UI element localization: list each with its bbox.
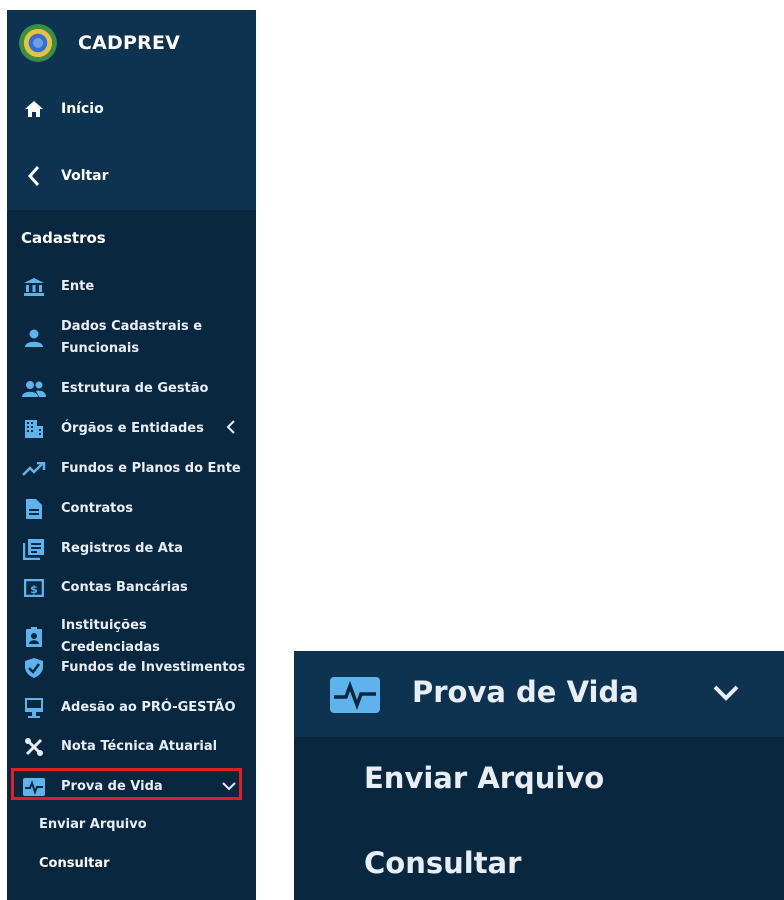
nav-home[interactable]: Início [21,96,104,122]
menu-label: Estrutura de Gestão [61,381,209,396]
menu-label-wrap: Dados Cadastrais e Funcionais [61,316,202,360]
person-icon [21,325,47,351]
svg-text:$: $ [30,583,38,596]
menu-label: Órgãos e Entidades [61,421,204,436]
section-title: Cadastros [21,229,106,247]
submenu-item-enviar-arquivo[interactable]: Enviar Arquivo [39,817,147,832]
notes-icon [21,536,47,562]
zoom-inset: Prova de Vida Enviar Arquivo Consultar [294,651,784,900]
menu-label: Registros de Ata [61,541,183,556]
coat-of-arms-logo [19,24,57,62]
menu-item-nota-tecnica[interactable]: Nota Técnica Atuarial [21,734,246,760]
menu-label: Nota Técnica Atuarial [61,739,218,754]
menu-label: Contas Bancárias [61,580,188,595]
submenu-item-consultar[interactable]: Consultar [39,856,110,871]
menu-item-adesao-pro-gestao[interactable]: Adesão ao PRÓ-GESTÃO [21,695,246,721]
menu-item-orgaos-entidades[interactable]: Órgãos e Entidades [21,416,246,442]
shield-check-icon [21,655,47,681]
app-title: CADPREV [78,32,181,54]
trending-up-icon [21,456,47,482]
menu-label: Instituições Credenciadas [61,618,160,655]
zoom-menu-item-prova-de-vida[interactable]: Prova de Vida [294,651,784,737]
heartbeat-icon [330,677,380,713]
nav-back-label: Voltar [61,168,109,184]
badge-icon [21,624,47,650]
menu-label-line2: Funcionais [61,341,140,356]
zoom-submenu-enviar-arquivo[interactable]: Enviar Arquivo [364,761,604,795]
sidebar: CADPREV Início Voltar Cadastros Ente Dad… [7,10,256,900]
bank-icon [21,274,47,300]
monitor-icon [21,695,47,721]
chevron-down-icon[interactable] [222,779,236,795]
document-icon [21,496,47,522]
menu-item-estrutura-gestao[interactable]: Estrutura de Gestão [21,376,246,402]
menu-label: Contratos [61,501,134,516]
menu-item-instituicoes[interactable]: Instituições Credenciadas [21,615,246,659]
menu-item-registros-ata[interactable]: Registros de Ata [21,536,246,562]
tools-icon [21,734,47,760]
menu-label: Prova de Vida [61,779,163,794]
menu-label: Ente [61,279,95,294]
menu-label: Fundos e Planos do Ente [61,461,241,476]
nav-back[interactable]: Voltar [21,163,109,189]
chevron-left-icon [21,163,47,189]
menu-label-line1: Dados Cadastrais e [61,319,203,334]
menu-label: Adesão ao PRÓ-GESTÃO [61,700,236,715]
menu-item-fundos-investimentos[interactable]: Fundos de Investimentos [21,655,246,681]
menu-label: Fundos de Investimentos [61,660,246,675]
zoom-title: Prova de Vida [412,675,639,709]
heartbeat-icon [21,774,47,800]
sidebar-header: CADPREV Início Voltar [7,10,256,210]
zoom-submenu-consultar[interactable]: Consultar [364,846,521,880]
home-icon [21,96,47,122]
menu-item-dados-cadastrais[interactable]: Dados Cadastrais e Funcionais [21,316,246,360]
group-icon [21,376,47,402]
nav-home-label: Início [61,101,104,117]
chevron-left-icon[interactable] [226,420,236,438]
menu-item-prova-de-vida[interactable]: Prova de Vida [21,774,246,800]
menu-item-fundos-planos[interactable]: Fundos e Planos do Ente [21,456,246,482]
menu-item-contratos[interactable]: Contratos [21,496,246,522]
menu-item-ente[interactable]: Ente [21,274,246,300]
brand[interactable]: CADPREV [19,23,180,63]
menu-item-contas-bancarias[interactable]: $ Contas Bancárias [21,575,246,601]
money-icon: $ [21,575,47,601]
building-icon [21,416,47,442]
chevron-down-icon[interactable] [712,683,740,707]
